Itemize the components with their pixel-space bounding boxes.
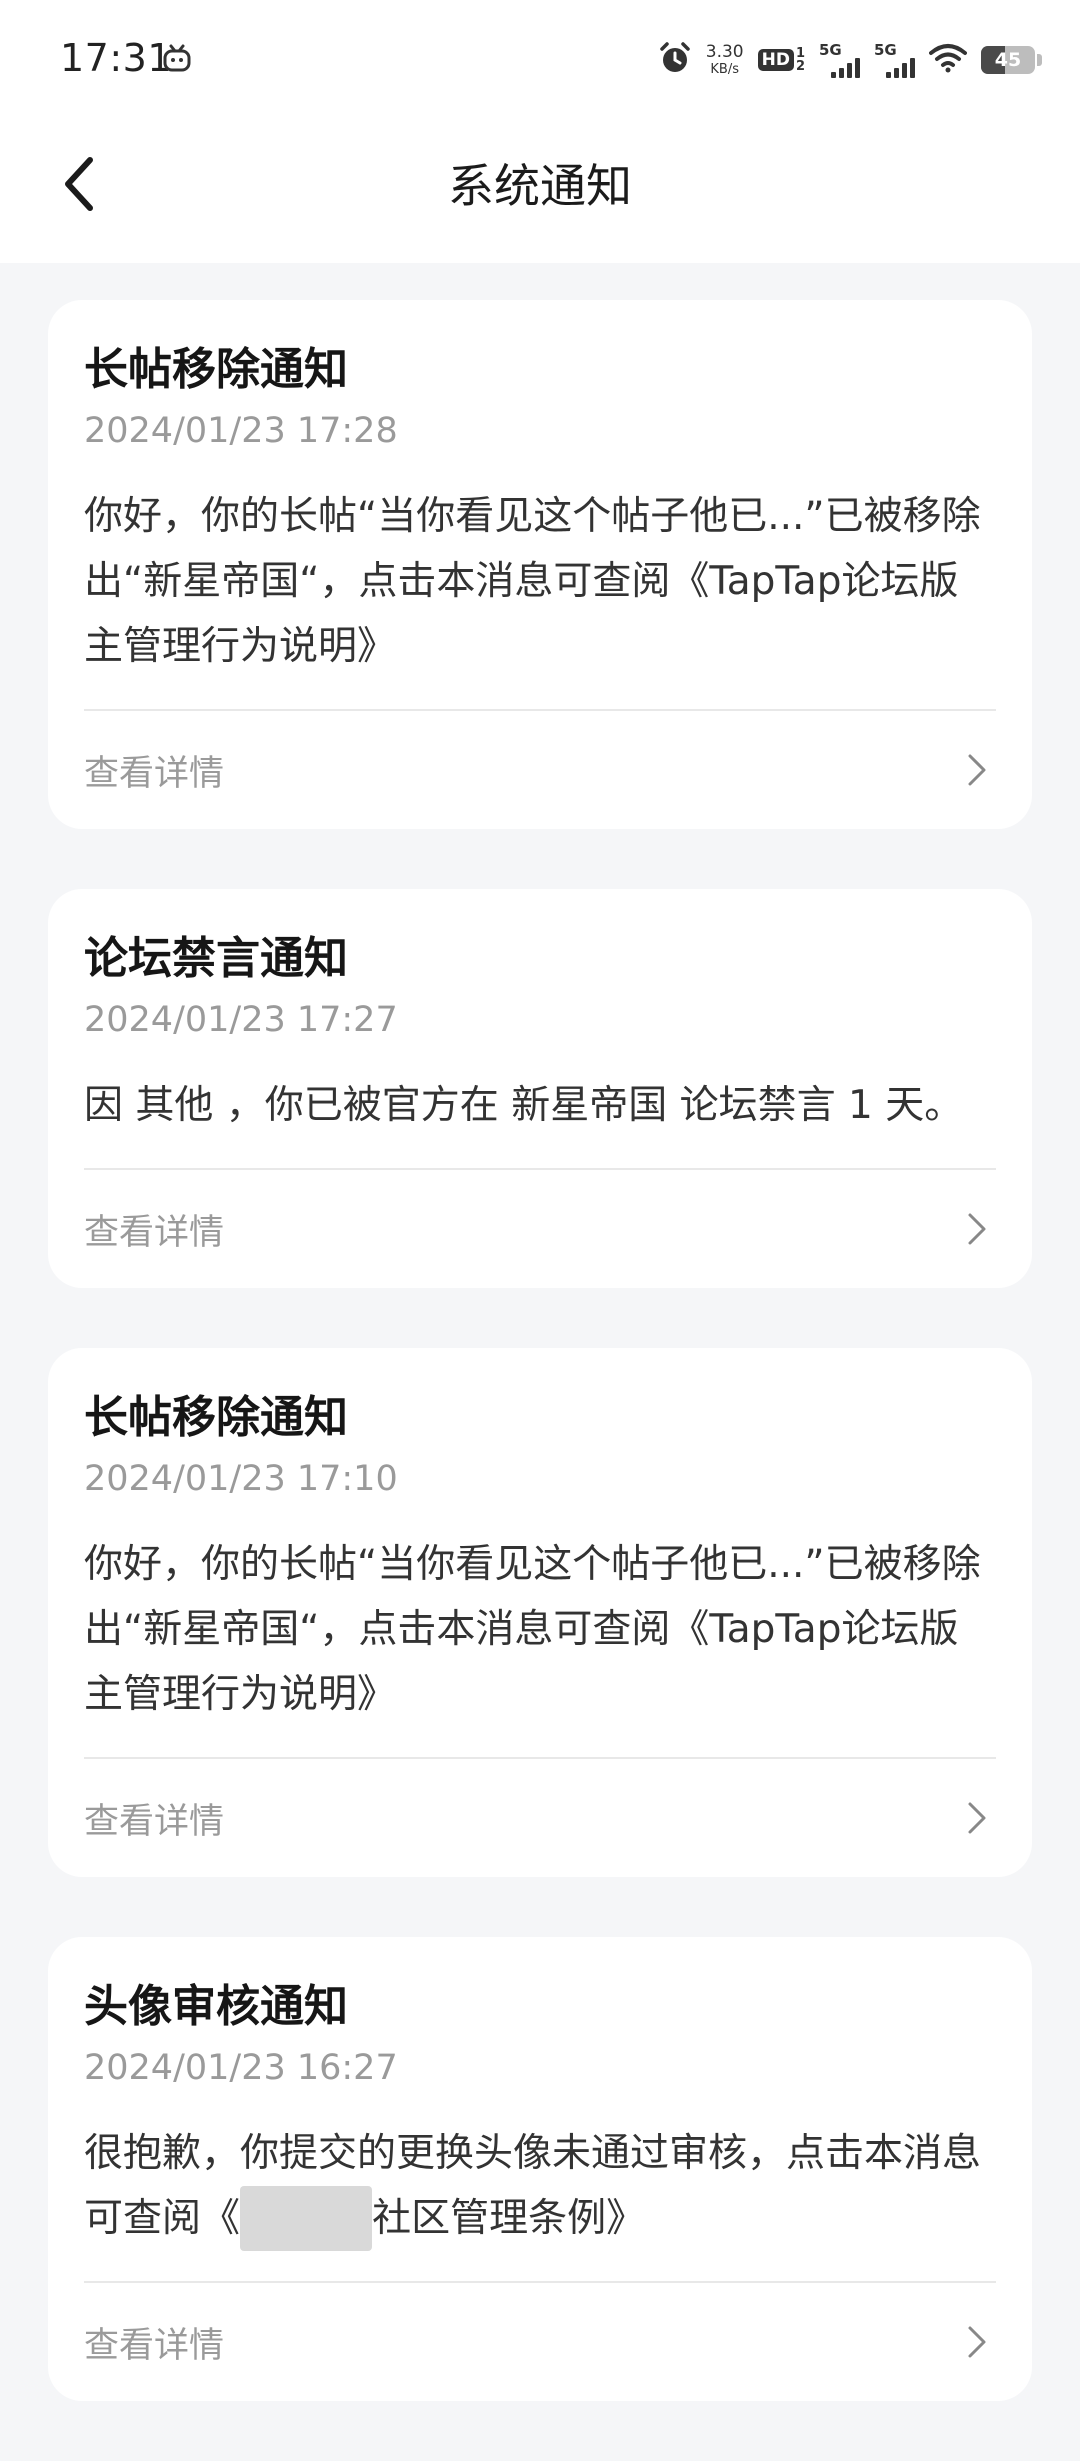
notification-body: 因 其他 ，你已被官方在 新星帝国 论坛禁言 1 天。	[84, 1083, 964, 1128]
notification-body: 很抱歉，你提交的更换头像未通过审核，点击本消息可查阅《TapTap社区管理条例》	[84, 2121, 996, 2281]
notification-time: 2024/01/23 17:10	[84, 1459, 398, 1499]
tv-icon	[162, 44, 192, 74]
chevron-right-icon	[962, 1209, 992, 1249]
hd-label: HD	[757, 48, 794, 72]
battery-level: 45	[994, 49, 1022, 71]
network-speed-unit: KB/s	[710, 62, 739, 77]
sim2-label: 5G	[874, 40, 897, 59]
notification-body-tail: 社区管理条例》	[372, 2196, 646, 2241]
status-icons: 3.30 KB/s HD 1 2 5G 5G 45	[658, 38, 1042, 82]
notification-card[interactable]: 长帖移除通知 2024/01/23 17:28 你好，你的长帖“当你看见这个帖子…	[48, 300, 1032, 829]
notification-title: 头像审核通知	[84, 1981, 348, 2032]
wifi-icon	[929, 43, 967, 77]
view-details-label: 查看详情	[84, 2325, 225, 2366]
alarm-icon	[658, 41, 692, 79]
notification-time: 2024/01/23 17:28	[84, 411, 398, 451]
hd-volte-icon: HD 1 2	[757, 47, 805, 74]
redacted-text: TapTap	[240, 2186, 373, 2251]
notification-body: 你好，你的长帖“当你看见这个帖子他已...”已被移除出“新星帝国“，点击本消息可…	[84, 494, 981, 669]
sim1-label: 5G	[819, 40, 842, 59]
header: 系统通知	[0, 120, 1080, 263]
notification-body: 你好，你的长帖“当你看见这个帖子他已...”已被移除出“新星帝国“，点击本消息可…	[84, 1542, 981, 1717]
network-speed-value: 3.30	[705, 42, 744, 62]
notification-card[interactable]: 论坛禁言通知 2024/01/23 17:27 因 其他 ，你已被官方在 新星帝…	[48, 889, 1032, 1288]
notification-list: 长帖移除通知 2024/01/23 17:28 你好，你的长帖“当你看见这个帖子…	[48, 300, 1032, 2461]
notification-title: 长帖移除通知	[84, 1392, 348, 1443]
notification-time: 2024/01/23 16:27	[84, 2048, 398, 2088]
chevron-right-icon	[962, 750, 992, 790]
top-area: 17:31 3.30 KB/s HD 1 2 5G 5G 45 系统通知	[0, 0, 1080, 263]
battery-icon: 45	[981, 46, 1035, 74]
view-details-label: 查看详情	[84, 1212, 225, 1253]
sim1-signal-icon: 5G	[819, 40, 860, 78]
view-details-link[interactable]: 查看详情	[84, 1170, 996, 1288]
notification-title: 长帖移除通知	[84, 344, 348, 395]
notification-time: 2024/01/23 17:27	[84, 1000, 398, 1040]
view-details-link[interactable]: 查看详情	[84, 1759, 996, 1877]
hd-sub: 2	[795, 59, 805, 74]
status-time: 17:31	[60, 36, 173, 80]
chevron-right-icon	[962, 2322, 992, 2362]
status-bar: 17:31 3.30 KB/s HD 1 2 5G 5G 45	[0, 0, 1080, 120]
battery-nub	[1037, 54, 1042, 66]
notification-card[interactable]: 头像审核通知 2024/01/23 16:27 很抱歉，你提交的更换头像未通过审…	[48, 1937, 1032, 2401]
page-title: 系统通知	[448, 159, 632, 213]
view-details-label: 查看详情	[84, 753, 225, 794]
view-details-label: 查看详情	[84, 1801, 225, 1842]
notification-title: 论坛禁言通知	[84, 933, 348, 984]
notification-card[interactable]: 长帖移除通知 2024/01/23 17:10 你好，你的长帖“当你看见这个帖子…	[48, 1348, 1032, 1877]
network-speed: 3.30 KB/s	[705, 42, 744, 77]
view-details-link[interactable]: 查看详情	[84, 711, 996, 829]
chevron-right-icon	[962, 1798, 992, 1838]
sim2-signal-icon: 5G	[874, 40, 915, 78]
view-details-link[interactable]: 查看详情	[84, 2283, 996, 2401]
